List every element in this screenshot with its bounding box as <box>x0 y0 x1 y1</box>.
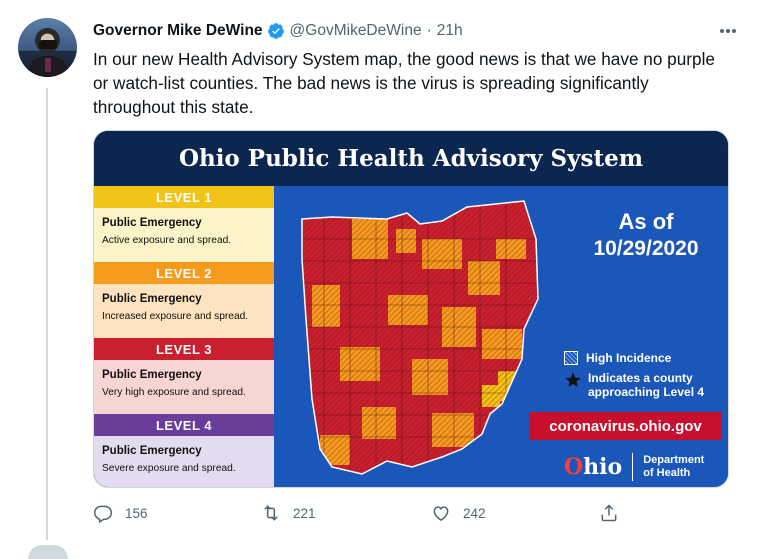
level-3-heading: Public Emergency <box>102 369 202 381</box>
key-high-incidence: High Incidence <box>564 351 704 365</box>
avatar[interactable] <box>18 18 77 77</box>
star-icon <box>565 372 581 387</box>
avatar-mask <box>39 40 57 49</box>
level-1-heading: Public Emergency <box>102 217 202 229</box>
level-3-body: Public Emergency Very high exposure and … <box>94 360 274 414</box>
website-url-banner: coronavirus.ohio.gov <box>529 412 722 440</box>
level-4-heading: Public Emergency <box>102 445 202 457</box>
level-1-desc: Active exposure and spread. <box>102 235 232 246</box>
separator-dot: · <box>426 22 432 39</box>
share-icon <box>601 504 617 522</box>
level-2-heading: Public Emergency <box>102 293 202 305</box>
level-4-body: Public Emergency Severe exposure and spr… <box>94 436 274 487</box>
tweet-actions: 156 221 242 <box>93 503 633 529</box>
key-level4-line1: Indicates a county <box>588 371 693 385</box>
key-high-incidence-label: High Incidence <box>586 351 672 365</box>
tweet-header: Governor Mike DeWine @GovMikeDeWine · 21… <box>93 19 747 43</box>
level-3-header: LEVEL 3 <box>94 338 274 360</box>
more-options-icon[interactable] <box>717 21 739 41</box>
reply-count: 156 <box>125 505 148 521</box>
author-handle[interactable]: @GovMikeDeWine <box>290 22 422 40</box>
like-count: 242 <box>463 505 486 521</box>
level-4-desc: Severe exposure and spread. <box>102 463 236 474</box>
retweet-count: 221 <box>293 505 316 521</box>
level-4-header: LEVEL 4 <box>94 414 274 436</box>
level-legend: LEVEL 1 Public Emergency Active exposure… <box>94 186 274 487</box>
tweet-timestamp[interactable]: 21h <box>437 22 463 40</box>
like-button[interactable]: 242 <box>431 503 486 523</box>
retweet-icon <box>264 505 278 521</box>
as-of-date-label: As of 10/29/2020 <box>570 209 722 261</box>
level-2-header: LEVEL 2 <box>94 262 274 284</box>
retweet-button[interactable]: 221 <box>261 503 316 523</box>
key-level4-warning: Indicates a county approaching Level 4 <box>564 371 704 399</box>
author-name[interactable]: Governor Mike DeWine <box>93 22 263 40</box>
key-level4-line2: approaching Level 4 <box>588 385 705 399</box>
map-key: High Incidence Indicates a county approa… <box>564 351 704 405</box>
dept-of-health-text: Department of Health <box>643 454 705 479</box>
reply-icon <box>93 505 113 523</box>
as-of-text: As of <box>618 209 674 234</box>
level-3-desc: Very high exposure and spread. <box>102 387 246 398</box>
logo-divider <box>632 453 634 481</box>
next-tweet-avatar[interactable] <box>28 545 68 559</box>
infographic-title: Ohio Public Health Advisory System <box>94 131 728 186</box>
hatch-swatch-icon <box>564 351 578 365</box>
share-button[interactable] <box>599 503 631 523</box>
thread-line <box>46 88 48 540</box>
verified-badge-icon <box>267 22 285 40</box>
level-1-header: LEVEL 1 <box>94 186 274 208</box>
ohio-county-map <box>301 200 539 475</box>
tweet-text: In our new Health Advisory System map, t… <box>93 49 715 117</box>
as-of-date: 10/29/2020 <box>593 237 699 260</box>
avatar-tie <box>45 58 51 72</box>
heart-icon <box>433 506 449 521</box>
reply-button[interactable]: 156 <box>93 503 148 523</box>
level-2-body: Public Emergency Increased exposure and … <box>94 284 274 338</box>
level-2-desc: Increased exposure and spread. <box>102 311 249 322</box>
level-1-body: Public Emergency Active exposure and spr… <box>94 208 274 262</box>
ohio-dept-health-logo: Ohio Department of Health <box>564 453 704 481</box>
ohio-wordmark: Ohio <box>564 454 623 480</box>
tweet-image-card[interactable]: Ohio Public Health Advisory System LEVEL… <box>93 130 729 488</box>
